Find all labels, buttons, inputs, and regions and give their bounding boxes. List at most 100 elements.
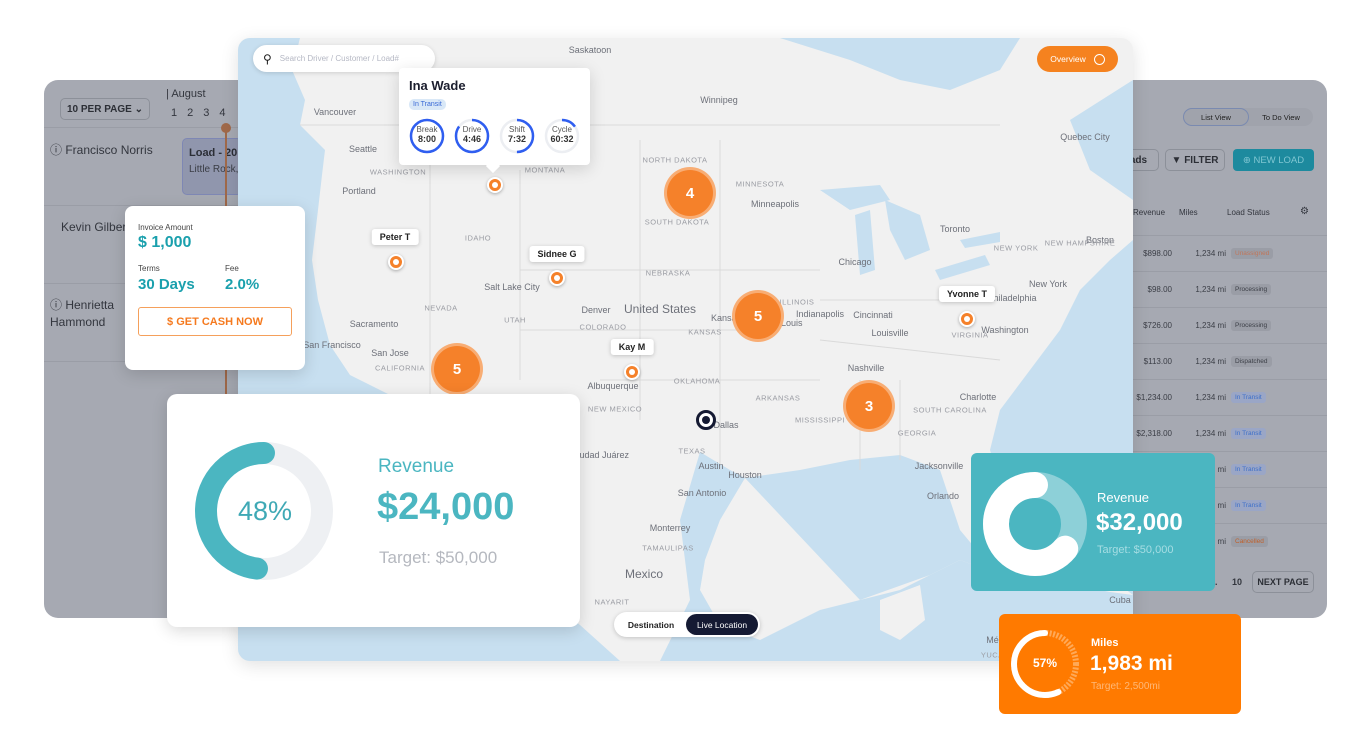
driver-pin[interactable] <box>388 254 404 270</box>
timer-cycle: Cycle 60:32 <box>544 118 580 154</box>
revenue-card: 48% Revenue $24,000 Target: $50,000 <box>167 394 580 627</box>
map-label: SOUTH DAKOTA <box>644 217 710 227</box>
invoice-card: Invoice Amount $ 1,000 Terms 30 Days Fee 2… <box>125 206 305 370</box>
table-row[interactable]: $98.00 1,234 mi Processing <box>1130 271 1327 307</box>
status-badge: In Transit <box>1231 428 1266 439</box>
map-label: Nashville <box>847 363 885 373</box>
map-label: United States <box>623 302 697 316</box>
per-page-dropdown[interactable]: 10 PER PAGE ⌄ <box>60 98 150 120</box>
map-label: TAMAULIPAS <box>642 543 694 553</box>
revenue-percent: 48% <box>237 496 293 526</box>
chevron-down-icon: ⌄ <box>134 103 143 115</box>
map-label: Cuba <box>1109 595 1131 605</box>
revenue-value-teal: $32,000 <box>1096 509 1183 536</box>
map-label: Orlando <box>926 491 960 501</box>
miles-percent: 57% <box>1032 656 1058 670</box>
map-label: San Francisco <box>303 340 361 350</box>
map-label: COLORADO <box>579 322 627 332</box>
map-label: Quebec City <box>1060 132 1110 142</box>
miles-value: 1,983 mi <box>1090 652 1173 675</box>
map-label: Austin <box>698 461 724 471</box>
map-label: Chicago <box>838 257 872 267</box>
filter-icon: ▼ <box>1171 154 1182 166</box>
miles-card: 57% Miles 1,983 mi Target: 2,500mi <box>999 614 1241 714</box>
driver-row-kevin[interactable]: Kevin Gilber <box>61 220 126 234</box>
list-view-tab[interactable]: List View <box>1183 108 1249 126</box>
driver-pin[interactable] <box>959 311 975 327</box>
map-label: Sacramento <box>349 319 399 329</box>
next-page-button[interactable]: NEXT PAGE <box>1252 571 1314 593</box>
column-miles[interactable]: Miles <box>1179 208 1198 217</box>
map-label: NEW HAMPSHIRE <box>1044 238 1116 248</box>
driver-label[interactable]: Sidnee G <box>529 246 585 262</box>
map-cluster[interactable]: 3 <box>843 380 895 432</box>
status-badge: Unassigned <box>1231 248 1274 259</box>
overview-button[interactable]: Overview <box>1037 46 1118 72</box>
map-label: WASHINGTON <box>369 167 427 177</box>
timer-shift: Shift 7:32 <box>499 118 535 154</box>
settings-gear-icon[interactable]: ⚙ <box>1300 206 1309 217</box>
map-label: MINNESOTA <box>735 179 785 189</box>
timeline-days: 1234 <box>171 107 226 119</box>
live-location-toggle[interactable]: Live Location <box>686 614 758 635</box>
map-cluster[interactable]: 5 <box>732 290 784 342</box>
column-revenue[interactable]: Revenue <box>1133 208 1165 217</box>
current-location-marker[interactable] <box>696 410 716 430</box>
map-label: Monterrey <box>649 523 691 533</box>
table-row[interactable]: $898.00 1,234 mi Unassigned <box>1130 235 1327 271</box>
get-cash-now-button[interactable]: $ GET CASH NOW <box>138 307 292 336</box>
map-label: San Antonio <box>677 488 727 498</box>
map-label: KANSAS <box>688 327 722 337</box>
today-marker <box>221 123 231 133</box>
map-label: TEXAS <box>678 446 706 456</box>
map-label: Dallas <box>713 420 739 430</box>
person-icon <box>964 316 970 322</box>
map-label: ARKANSAS <box>755 393 801 403</box>
table-row[interactable]: $726.00 1,234 mi Processing <box>1130 307 1327 343</box>
map-label: Minneapolis <box>750 199 800 209</box>
driver-pin[interactable] <box>549 270 565 286</box>
driver-label[interactable]: Kay M <box>610 339 654 355</box>
column-load-status[interactable]: Load Status <box>1227 208 1270 217</box>
revenue-value: $24,000 <box>377 486 515 528</box>
driver-label[interactable]: Peter T <box>371 229 419 245</box>
page-10[interactable]: 10 <box>1232 577 1242 587</box>
status-badge: In Transit <box>1231 500 1266 511</box>
person-icon <box>554 275 560 281</box>
map-label: Winnipeg <box>700 95 738 105</box>
table-row[interactable]: $1,234.00 1,234 mi In Transit <box>1130 379 1327 415</box>
map-label: GEORGIA <box>897 428 937 438</box>
status-badge: In Transit <box>1231 464 1266 475</box>
map-label: NEVADA <box>424 303 458 313</box>
driver-row-francisco[interactable]: ⓘ Francisco Norris <box>50 141 153 158</box>
status-badge: Cancelled <box>1231 536 1268 547</box>
table-row[interactable]: $2,318.00 1,234 mi In Transit <box>1130 415 1327 451</box>
map-label: NAYARIT <box>594 597 630 607</box>
plus-circle-icon: ⊕ <box>1242 154 1251 166</box>
status-badge: In Transit <box>1231 392 1266 403</box>
todo-view-tab[interactable]: To Do View <box>1249 108 1313 126</box>
map-cluster[interactable]: 4 <box>664 167 716 219</box>
destination-toggle[interactable]: Destination <box>616 620 686 630</box>
map-label: VIRGINIA <box>951 330 989 340</box>
load-card[interactable]: Load - 20 Little Rock, <box>182 138 242 195</box>
month-label: | August <box>166 88 206 100</box>
map-label: UTAH <box>504 315 526 325</box>
map-label: Denver <box>581 305 611 315</box>
driver-name: Ina Wade <box>409 78 466 93</box>
new-load-button[interactable]: ⊕ NEW LOAD <box>1233 149 1314 171</box>
status-badge: Dispatched <box>1231 356 1272 367</box>
driver-label[interactable]: Yvonne T <box>938 286 996 302</box>
map-label: Salt Lake City <box>484 282 540 292</box>
map-label: NEW YORK <box>993 243 1039 253</box>
map-label: CALIFORNIA <box>374 363 426 373</box>
driver-pin[interactable] <box>624 364 640 380</box>
timer-break: Break 8:00 <box>409 118 445 154</box>
driver-pin-ina-wade[interactable] <box>487 177 503 193</box>
map-label: IDAHO <box>464 233 492 243</box>
table-row[interactable]: $113.00 1,234 mi Dispatched <box>1130 343 1327 379</box>
map-cluster[interactable]: 5 <box>431 343 483 395</box>
map-label: OKLAHOMA <box>673 376 721 386</box>
map-label: Washington <box>981 325 1029 335</box>
filter-button[interactable]: ▼ FILTER <box>1165 149 1225 171</box>
